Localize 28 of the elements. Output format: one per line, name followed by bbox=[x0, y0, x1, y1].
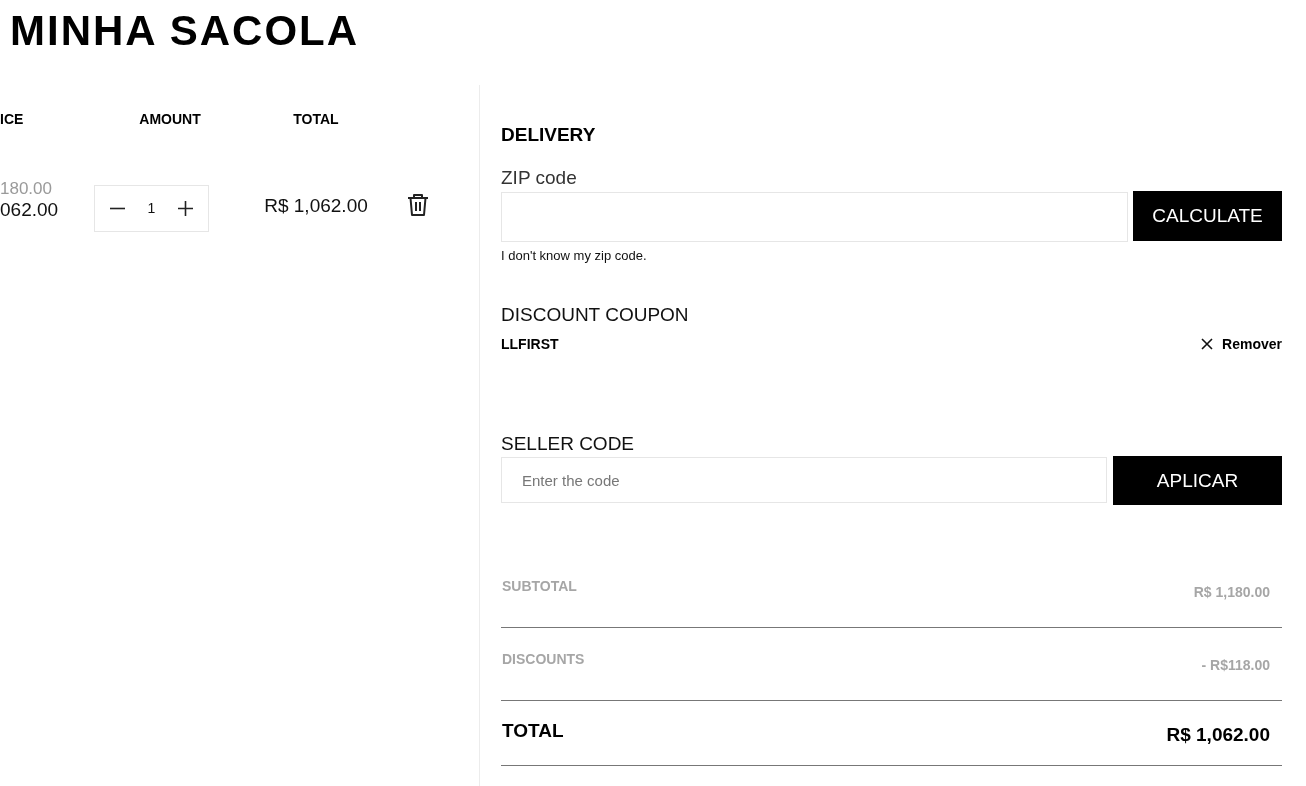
summary-label: SUBTOTAL bbox=[502, 577, 577, 595]
section-title: SELLER CODE bbox=[501, 432, 636, 456]
coupon-code: LLFIRST bbox=[501, 335, 559, 353]
original-price: 180.00 bbox=[0, 179, 53, 199]
apply-button[interactable]: APLICAR bbox=[1113, 456, 1282, 505]
plus-icon[interactable] bbox=[178, 201, 193, 216]
summary-value: R$ 1,062.00 bbox=[1166, 723, 1270, 747]
zip-code-field[interactable] bbox=[501, 192, 1128, 242]
zip-help-link[interactable]: I don't know my zip code. bbox=[501, 248, 647, 264]
line-total: R$ 1,062.00 bbox=[263, 195, 369, 217]
close-icon bbox=[1201, 338, 1214, 350]
section-title: DISCOUNT COUPON bbox=[501, 303, 690, 327]
sale-price: 062.00 bbox=[0, 199, 60, 221]
summary-value: - R$118.00 bbox=[1201, 656, 1270, 674]
section-title: DELIVERY bbox=[501, 123, 597, 147]
seller-code-field[interactable]: Enter the code bbox=[501, 457, 1107, 503]
column-header: ICE bbox=[0, 111, 25, 127]
remove-coupon-button[interactable]: Remover bbox=[1201, 335, 1282, 353]
quantity-value: 1 bbox=[147, 199, 156, 218]
column-header: AMOUNT bbox=[138, 111, 202, 127]
trash-icon[interactable] bbox=[407, 193, 429, 216]
field-label: ZIP code bbox=[501, 166, 578, 190]
page-title: MINHA SACOLA bbox=[10, 6, 360, 56]
calculate-button[interactable]: CALCULATE bbox=[1133, 191, 1282, 241]
summary-label: DISCOUNTS bbox=[502, 650, 585, 668]
summary-label: TOTAL bbox=[502, 719, 564, 743]
summary-value: R$ 1,180.00 bbox=[1193, 583, 1270, 601]
column-header: TOTAL bbox=[292, 111, 340, 127]
